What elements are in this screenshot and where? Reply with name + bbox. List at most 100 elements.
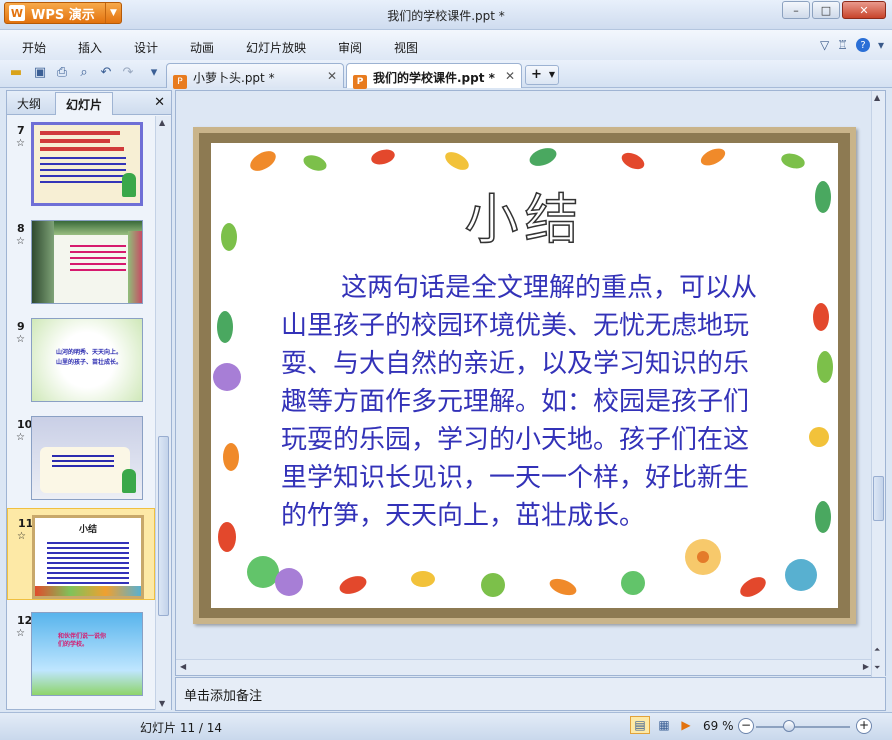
menu-slideshow[interactable]: 幻灯片放映 xyxy=(246,39,306,56)
thumbnail-scrollbar[interactable]: ▲ ▼ xyxy=(155,116,171,710)
scroll-down-icon[interactable]: ▼ xyxy=(159,699,165,708)
ribbon-menu: 开始 插入 设计 动画 幻灯片放映 审阅 视图 ▽ ♖ ? ▾ xyxy=(0,30,892,60)
slide-preview: 小结 xyxy=(32,515,144,599)
thumbnail-slide-7[interactable]: 7 ☆ xyxy=(7,116,155,208)
quick-access-toolbar: ▬ ▣ ⎙ ⌕ ↶ ↷ ▾ P 小萝卜头.ppt * ✕ P 我们的学校课件.ppt… xyxy=(0,60,892,89)
preview-line: 山里的孩子、苗壮成长。 xyxy=(56,359,123,366)
preview-line xyxy=(40,139,110,143)
menu-view[interactable]: 视图 xyxy=(394,39,418,56)
scroll-up-icon[interactable]: ▲ xyxy=(874,93,880,102)
slide-preview xyxy=(31,416,143,500)
tab-slides[interactable]: 幻灯片 xyxy=(55,92,114,115)
close-tab-icon[interactable]: ✕ xyxy=(327,69,337,83)
chevron-down-icon[interactable]: ▼ xyxy=(549,66,555,84)
editor-horizontal-scrollbar[interactable]: ◀ ▶ xyxy=(176,659,873,675)
thumbnail-slide-11[interactable]: 11 ☆ 小结 xyxy=(7,508,155,600)
menu-design[interactable]: 设计 xyxy=(134,39,158,56)
slide-body-text[interactable]: 这两句话是全文理解的重点，可以从山里孩子的校园环境优美、无忧无虑地玩耍、与大自然… xyxy=(281,269,771,535)
slide-body-content: 这两句话是全文理解的重点，可以从山里孩子的校园环境优美、无忧无虑地玩耍、与大自然… xyxy=(281,273,758,531)
redo-icon[interactable]: ↷ xyxy=(120,65,136,81)
notes-pane[interactable]: 单击添加备注 xyxy=(175,677,886,711)
scroll-right-icon[interactable]: ▶ xyxy=(863,662,869,671)
zoom-slider-handle[interactable] xyxy=(783,720,795,732)
animation-star-icon: ☆ xyxy=(16,432,25,443)
slides-pane: 大纲 幻灯片 ✕ 7 ☆ 8 ☆ 9 ☆ 山河的明秀、天天向上。 山里的孩子、苗… xyxy=(6,90,172,710)
thumbnail-slide-10[interactable]: 10 ☆ xyxy=(7,410,155,502)
scroll-up-icon[interactable]: ▲ xyxy=(159,118,165,127)
help-icon[interactable]: ? xyxy=(855,38,870,52)
editor-vertical-scrollbar[interactable]: ▲ ⏶ ⏷ xyxy=(871,91,885,677)
animation-star-icon: ☆ xyxy=(17,531,26,542)
normal-view-button[interactable]: ▤ xyxy=(630,716,650,734)
help-dropdown-icon[interactable]: ▾ xyxy=(878,38,884,52)
tab-label: 小萝卜头.ppt * xyxy=(193,71,275,85)
thumbnail-slide-8[interactable]: 8 ☆ xyxy=(7,214,155,306)
cartoon-child-icon xyxy=(122,173,136,197)
next-slide-icon[interactable]: ⏷ xyxy=(874,663,880,673)
preview-text-block xyxy=(40,157,126,187)
tab-label: 我们的学校课件.ppt * xyxy=(373,71,495,85)
current-slide[interactable]: 小结 这两句话是全文理解的重点，可以从山里孩子的校园环境优美、无忧无虑地玩耍、与… xyxy=(193,127,856,624)
scrollbar-thumb[interactable] xyxy=(873,476,884,521)
ppt-file-icon: P xyxy=(173,75,187,89)
preview-text-block xyxy=(47,542,129,584)
leaf-border xyxy=(32,221,54,303)
slideshow-view-button[interactable]: ▶ xyxy=(676,716,696,734)
print-preview-icon[interactable]: ⌕ xyxy=(76,65,92,81)
ppt-file-icon: P xyxy=(353,75,367,89)
thumbnail-number: 7 xyxy=(17,124,25,137)
slide-preview xyxy=(31,220,143,304)
preview-line xyxy=(40,131,120,135)
menu-home[interactable]: 开始 xyxy=(22,39,46,56)
slide-title[interactable]: 小结 xyxy=(193,175,856,254)
animation-star-icon: ☆ xyxy=(16,236,25,247)
slide-preview xyxy=(31,122,143,206)
open-folder-icon[interactable]: ▬ xyxy=(8,65,24,81)
save-icon[interactable]: ▣ xyxy=(32,65,48,81)
close-tab-icon[interactable]: ✕ xyxy=(505,69,515,83)
undo-icon[interactable]: ↶ xyxy=(98,65,114,81)
scroll-left-icon[interactable]: ◀ xyxy=(180,662,186,671)
menu-animation[interactable]: 动画 xyxy=(190,39,214,56)
tab-document-1[interactable]: P 小萝卜头.ppt * ✕ xyxy=(166,63,344,89)
thumbnail-slide-9[interactable]: 9 ☆ 山河的明秀、天天向上。 山里的孩子、苗壮成长。 xyxy=(7,312,155,404)
menu-insert[interactable]: 插入 xyxy=(78,39,102,56)
slide-preview: 和伙伴们说一说你 们的学校。 xyxy=(31,612,143,696)
zoom-in-button[interactable]: + xyxy=(856,718,872,734)
slide-editor[interactable]: 小结 这两句话是全文理解的重点，可以从山里孩子的校园环境优美、无忧无虑地玩耍、与… xyxy=(175,90,886,677)
window-controls: – □ ✕ xyxy=(780,1,886,19)
tab-outline[interactable]: 大纲 xyxy=(17,95,41,112)
close-window-button[interactable]: ✕ xyxy=(842,1,886,19)
thumbnail-slide-12[interactable]: 12 ☆ 和伙伴们说一说你 们的学校。 xyxy=(7,606,155,698)
scroll-paper xyxy=(40,447,130,493)
preview-text-block xyxy=(52,455,114,467)
flower-border xyxy=(35,586,141,596)
thumbnail-number: 9 xyxy=(17,320,25,333)
previous-slide-icon[interactable]: ⏶ xyxy=(874,645,880,655)
thumbnail-list: 7 ☆ 8 ☆ 9 ☆ 山河的明秀、天天向上。 山里的孩子、苗壮成长。 10 ☆… xyxy=(7,116,155,710)
thumbnail-number: 8 xyxy=(17,222,25,235)
minimize-button[interactable]: – xyxy=(782,1,810,19)
new-tab-button[interactable]: + ▼ xyxy=(525,65,559,85)
scrollbar-thumb[interactable] xyxy=(158,436,169,616)
zoom-slider[interactable] xyxy=(756,726,850,728)
menu-review[interactable]: 审阅 xyxy=(338,39,362,56)
menu-right-tools: ▽ ♖ ? ▾ xyxy=(820,38,884,52)
slide-sorter-view-button[interactable]: ▦ xyxy=(654,716,674,734)
maximize-button[interactable]: □ xyxy=(812,1,840,19)
zoom-out-button[interactable]: − xyxy=(738,718,754,734)
tab-document-2[interactable]: P 我们的学校课件.ppt * ✕ xyxy=(346,63,522,89)
customize-toolbar-icon[interactable]: ▾ xyxy=(146,65,162,81)
collapse-ribbon-icon[interactable]: ▽ xyxy=(820,38,829,52)
preview-line: 和伙伴们说一说你 xyxy=(58,633,107,640)
window-title: 我们的学校课件.ppt * xyxy=(387,9,505,23)
skin-icon[interactable]: ♖ xyxy=(837,38,848,52)
close-pane-icon[interactable]: ✕ xyxy=(154,95,165,110)
print-icon[interactable]: ⎙ xyxy=(54,65,70,81)
animation-star-icon: ☆ xyxy=(16,138,25,149)
animation-star-icon: ☆ xyxy=(16,628,25,639)
preview-line xyxy=(40,147,124,151)
preview-line: 山河的明秀、天天向上。 xyxy=(56,349,123,356)
flower-border xyxy=(128,231,142,303)
cartoon-child-icon xyxy=(122,469,136,493)
